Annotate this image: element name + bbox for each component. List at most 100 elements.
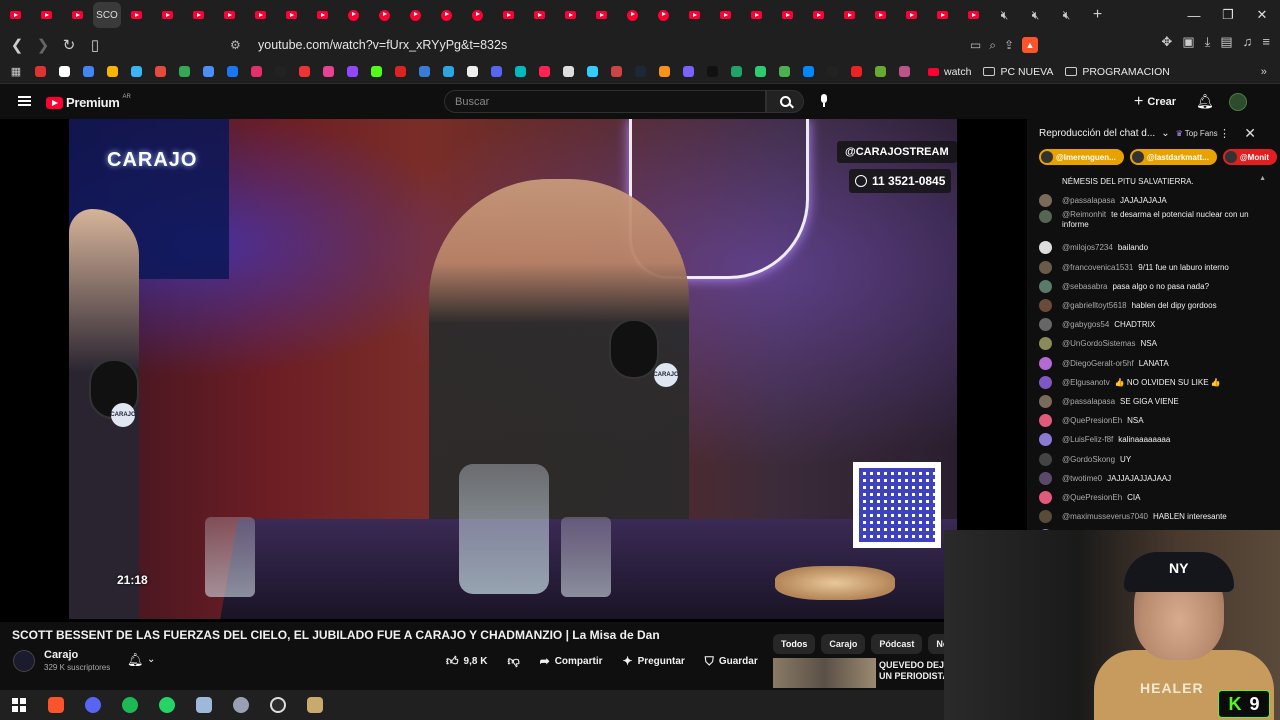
tab-youtube[interactable]: [493, 2, 524, 28]
tab-youtube[interactable]: [462, 2, 493, 28]
chat-close-icon[interactable]: ✕: [1244, 125, 1256, 142]
bookmark-17-icon[interactable]: [412, 62, 436, 82]
bookmark-18-icon[interactable]: [436, 62, 460, 82]
donor-pill[interactable]: @lastdarkmatt...: [1129, 149, 1217, 165]
bookmark-label-1[interactable]: watch: [928, 66, 971, 78]
wallet-icon[interactable]: ▤: [1220, 34, 1232, 50]
bookmark-19-icon[interactable]: [460, 62, 484, 82]
close-window-button[interactable]: ✕: [1245, 0, 1279, 30]
donor-pill[interactable]: @Monit: [1222, 149, 1277, 165]
tab-youtube[interactable]: [214, 2, 245, 28]
chat-author-avatar[interactable]: [1039, 260, 1052, 274]
save-button[interactable]: ⛉ Guardar: [695, 650, 768, 672]
bookmark-32-icon[interactable]: [772, 62, 796, 82]
bookmark-22-icon[interactable]: [532, 62, 556, 82]
bookmark-26-icon[interactable]: [628, 62, 652, 82]
bookmark-14-icon[interactable]: [340, 62, 364, 82]
chat-author[interactable]: @gabygos54: [1062, 320, 1109, 329]
chat-author-avatar[interactable]: [1039, 279, 1052, 293]
bookmark-23-icon[interactable]: [556, 62, 580, 82]
voice-search-icon[interactable]: [818, 94, 830, 109]
chat-author-avatar[interactable]: [1039, 471, 1052, 485]
start-button[interactable]: [0, 690, 37, 720]
chat-header[interactable]: Reproducción del chat d... ⌄ ♛ Top Fans: [1039, 128, 1218, 139]
chat-author[interactable]: @LuisFeliz-f8f: [1062, 435, 1113, 444]
tab-youtube[interactable]: [958, 2, 989, 28]
chat-author-avatar[interactable]: [1039, 433, 1052, 447]
bookmark-12-icon[interactable]: [292, 62, 316, 82]
account-avatar[interactable]: [1229, 93, 1247, 111]
bookmark-15-icon[interactable]: [364, 62, 388, 82]
extensions-icon[interactable]: ✥: [1161, 34, 1172, 50]
chat-author[interactable]: @milojos7234: [1062, 243, 1113, 252]
chat-author[interactable]: @Reimonhit: [1062, 210, 1106, 219]
bookmark-31-icon[interactable]: [748, 62, 772, 82]
chat-author-avatar[interactable]: [1039, 194, 1052, 208]
chat-author[interactable]: @francovenica1531: [1062, 263, 1133, 272]
bookmark-24-icon[interactable]: [580, 62, 604, 82]
chat-author-avatar[interactable]: [1039, 241, 1052, 255]
chat-author-avatar[interactable]: [1039, 414, 1052, 428]
tab-youtube[interactable]: [679, 2, 710, 28]
media-icon[interactable]: ♫: [1243, 34, 1253, 50]
muted-tab-icon[interactable]: 🔇︎: [1051, 2, 1082, 28]
donor-pill[interactable]: @lmerenguen...: [1039, 149, 1124, 165]
chat-author-avatar[interactable]: [1039, 356, 1052, 370]
muted-tab-icon[interactable]: 🔇︎: [1020, 2, 1051, 28]
chat-author-avatar[interactable]: [1039, 337, 1052, 351]
bookmark-10-icon[interactable]: [244, 62, 268, 82]
site-settings-icon[interactable]: ⚙: [230, 38, 248, 52]
channel-name[interactable]: Carajo: [44, 649, 78, 661]
zoom-icon[interactable]: ⌕: [989, 38, 996, 53]
taskbar-discord[interactable]: [74, 690, 111, 720]
chat-author[interactable]: @maximusseverus7040: [1062, 512, 1148, 521]
menu-icon[interactable]: ≡: [1262, 34, 1270, 50]
new-tab-button[interactable]: +: [1082, 2, 1113, 28]
tab-active[interactable]: SCO: [93, 2, 121, 28]
chat-author[interactable]: @UnGordoSistemas: [1062, 339, 1135, 348]
bookmark-21-icon[interactable]: [508, 62, 532, 82]
recommendation-title[interactable]: QUEVEDO DEJÓ P UN PERIODISTA T: [879, 660, 949, 682]
tab-youtube[interactable]: [617, 2, 648, 28]
chat-options-icon[interactable]: ⋮: [1219, 127, 1230, 140]
chat-author[interactable]: @gabrielltoyt5618: [1062, 301, 1127, 310]
bookmark-29-icon[interactable]: [700, 62, 724, 82]
bookmark-1-icon[interactable]: [28, 62, 52, 82]
tab-youtube[interactable]: [31, 2, 62, 28]
top-fans-badge[interactable]: ♛ Top Fans: [1176, 129, 1218, 138]
bookmark-20-icon[interactable]: [484, 62, 508, 82]
more-bookmarks-icon[interactable]: »: [1252, 62, 1276, 82]
taskbar-app-6[interactable]: [222, 690, 259, 720]
chat-author-avatar[interactable]: [1039, 175, 1052, 189]
tab-youtube[interactable]: [896, 2, 927, 28]
tab-youtube[interactable]: [307, 2, 338, 28]
chat-author-avatar[interactable]: [1039, 210, 1052, 224]
chat-author-avatar[interactable]: [1039, 375, 1052, 389]
taskbar-brave[interactable]: [37, 690, 74, 720]
taskbar-obs[interactable]: [259, 690, 296, 720]
forward-button[interactable]: ❯: [32, 34, 54, 56]
tab-youtube[interactable]: [276, 2, 307, 28]
chat-author[interactable]: @passalapasa: [1062, 196, 1115, 205]
taskbar-whatsapp[interactable]: [148, 690, 185, 720]
chat-author-avatar[interactable]: [1039, 510, 1052, 524]
chip-2[interactable]: Carajo: [821, 634, 866, 654]
bookmark-9-icon[interactable]: [220, 62, 244, 82]
bookmark-11-icon[interactable]: [268, 62, 292, 82]
bookmark-13-icon[interactable]: [316, 62, 340, 82]
tab-youtube[interactable]: [152, 2, 183, 28]
bookmark-36-icon[interactable]: [868, 62, 892, 82]
chat-author[interactable]: @QuePresionEh: [1062, 493, 1122, 502]
tab-youtube[interactable]: [555, 2, 586, 28]
bookmark-34-icon[interactable]: [820, 62, 844, 82]
dislike-button[interactable]: 👎︎: [497, 650, 529, 672]
chat-author[interactable]: @QuePresionEh: [1062, 416, 1122, 425]
tab-youtube[interactable]: [62, 2, 93, 28]
maximize-button[interactable]: ❐: [1211, 0, 1245, 30]
youtube-premium-logo[interactable]: Premium AR: [46, 94, 131, 110]
chip-3[interactable]: Pódcast: [871, 634, 923, 654]
create-button[interactable]: + Crear: [1134, 93, 1176, 111]
minimize-button[interactable]: —: [1177, 0, 1211, 30]
tab-youtube[interactable]: [0, 2, 31, 28]
bookmark-5-icon[interactable]: [124, 62, 148, 82]
